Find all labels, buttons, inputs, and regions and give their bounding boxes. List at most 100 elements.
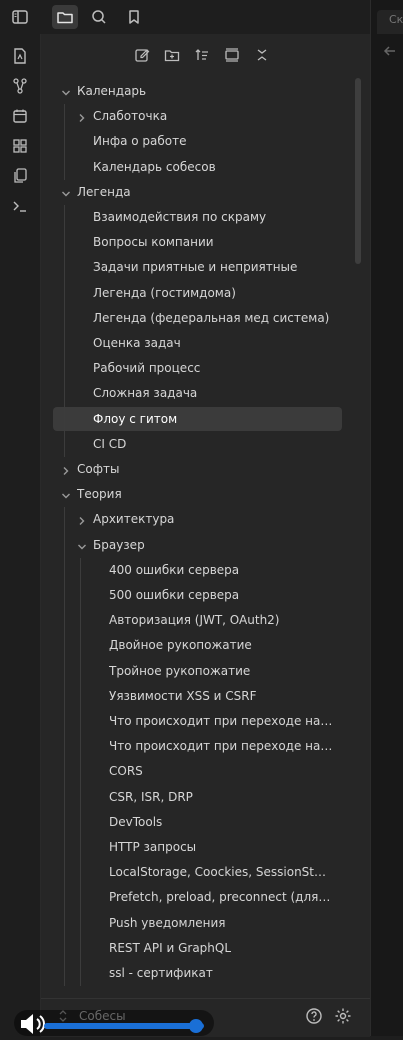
calendar-icon[interactable] xyxy=(10,106,30,126)
chevron-right-icon[interactable] xyxy=(59,462,73,476)
editor-tab-title: Ск xyxy=(389,13,403,26)
expand-all-icon[interactable] xyxy=(251,44,273,66)
tree-file[interactable]: 500 ошибки сервера xyxy=(89,583,337,607)
tree-file[interactable]: ssl - сертификат xyxy=(89,961,337,985)
graph-icon[interactable] xyxy=(10,76,30,96)
tree-item-label: CORS xyxy=(109,764,143,779)
tree-item-label: Теория xyxy=(77,487,122,502)
indent-guide xyxy=(64,507,65,987)
tree-file[interactable]: REST API и GraphQL xyxy=(89,936,337,960)
copy-icon[interactable] xyxy=(10,166,30,186)
sort-icon[interactable] xyxy=(191,44,213,66)
ribbon xyxy=(0,34,41,1036)
tree-folder[interactable]: Софты xyxy=(57,457,337,481)
tree-item-label: Легенда (гостимдома) xyxy=(93,285,236,300)
tree-file[interactable]: Легенда (гостимдома) xyxy=(73,281,337,305)
tree-item-label: Софты xyxy=(77,462,120,476)
tree-item-label: Браузер xyxy=(93,537,145,552)
tree-file[interactable]: HTTP запросы xyxy=(89,835,337,859)
tree-file[interactable]: Prefetch, preload, preconnect (для link) xyxy=(89,885,337,909)
canvas-icon[interactable] xyxy=(10,136,30,156)
tree-file[interactable]: Инфа о работе xyxy=(73,129,337,153)
tree-file[interactable]: Авторизация (JWT, OAuth2) xyxy=(89,608,337,632)
tree-file[interactable]: Рабочий процесс xyxy=(73,356,337,380)
tree-item-label: Слаботочка xyxy=(93,109,168,124)
file-explorer: Календарь Слаботочка Инфа о работе Календар… xyxy=(41,34,370,1036)
chevron-down-icon[interactable] xyxy=(75,538,89,552)
tree-item-label: Уязвимости XSS и CSRF xyxy=(109,688,257,703)
tree-file[interactable]: Оценка задач xyxy=(73,331,337,355)
tree-file[interactable]: CSR, ISR, DRP xyxy=(89,785,337,809)
tree-item-label: Легенда xyxy=(77,184,131,199)
indent-guide xyxy=(80,557,81,987)
indent-guide xyxy=(64,205,65,457)
tree-file[interactable]: Задачи приятные и неприятные xyxy=(73,255,337,279)
tree-item-label: 400 ошибки сервера xyxy=(109,562,240,577)
chevron-down-icon[interactable] xyxy=(59,185,73,199)
tree-folder[interactable]: Архитектура xyxy=(73,507,337,531)
terminal-icon[interactable] xyxy=(10,196,30,216)
volume-knob[interactable] xyxy=(189,1019,203,1033)
chevron-down-icon[interactable] xyxy=(59,487,73,501)
tree-item-label: Архитектура xyxy=(93,512,175,527)
tree-item-label: Рабочий процесс xyxy=(93,361,201,376)
tree-folder[interactable]: Легенда xyxy=(57,180,337,204)
new-note-icon[interactable] xyxy=(131,44,153,66)
scrollbar[interactable] xyxy=(355,78,361,264)
tree-file[interactable]: CI CD xyxy=(73,432,337,456)
tree-item-label: Двойное рукопожатие xyxy=(109,638,252,653)
tree-item-label: Задачи приятные и неприятные xyxy=(93,260,298,275)
tree-file[interactable]: Легенда (федеральная мед система) xyxy=(73,306,337,330)
tree-item-label: CI CD xyxy=(93,436,127,451)
tree-item-label: Легенда (федеральная мед система) xyxy=(93,310,330,325)
tree-folder[interactable]: Слаботочка xyxy=(73,104,337,128)
tree-file[interactable]: LocalStorage, Coockies, SessionStorage, … xyxy=(89,860,337,884)
tree-file[interactable]: DevTools xyxy=(89,810,337,834)
tree-file[interactable]: Что происходит при переходе на сайт ... xyxy=(89,734,337,758)
tree-file[interactable]: Уязвимости XSS и CSRF xyxy=(89,684,337,708)
search-icon[interactable] xyxy=(87,5,111,29)
settings-gear-icon[interactable] xyxy=(334,1007,352,1028)
tree-item-label: Календарь собесов xyxy=(93,159,216,174)
tree-folder[interactable]: Календарь xyxy=(57,79,337,103)
tree-item-label: REST API и GraphQL xyxy=(109,940,232,955)
tree-file[interactable]: Сложная задача xyxy=(73,381,337,405)
tree-item-label: Оценка задач xyxy=(93,336,181,350)
chevron-right-icon[interactable] xyxy=(75,512,89,526)
help-icon[interactable] xyxy=(305,1007,323,1028)
tree-item-label: Что происходит при переходе на сайт ... xyxy=(109,739,333,754)
tree-item-label: Push уведомления xyxy=(109,915,226,930)
tree-file[interactable]: Взаимодействия по скраму xyxy=(73,205,337,229)
tree-file[interactable]: Двойное рукопожатие xyxy=(89,633,337,657)
tree-file[interactable]: 400 ошибки сервера xyxy=(89,558,337,582)
new-folder-icon[interactable] xyxy=(161,44,183,66)
tree-file[interactable]: Push уведомления xyxy=(89,911,337,935)
tree-file[interactable]: Что происходит при переходе на сайт xyxy=(89,709,337,733)
top-bar xyxy=(0,0,403,34)
tree-file[interactable]: Тройное рукопожатие xyxy=(89,659,337,683)
tree-item-label: ssl - сертификат xyxy=(109,966,213,980)
chevron-down-icon[interactable] xyxy=(59,84,73,98)
back-arrow-icon[interactable] xyxy=(383,44,397,61)
bookmark-icon[interactable] xyxy=(122,5,146,29)
tree-folder[interactable]: Браузер xyxy=(73,533,337,557)
volume-slider[interactable] xyxy=(44,1023,204,1029)
sidebar-toggle-icon[interactable] xyxy=(8,5,32,29)
files-tab-folder-icon[interactable] xyxy=(52,5,78,29)
tree-file[interactable]: Вопросы компании xyxy=(73,230,337,254)
collapse-all-icon[interactable] xyxy=(221,44,243,66)
tree-file[interactable]: Флоу с гитом xyxy=(53,406,342,431)
switcher-icon[interactable] xyxy=(10,46,30,66)
tree-item-label: Prefetch, preload, preconnect (для link) xyxy=(109,890,333,905)
tree-item-label: Взаимодействия по скраму xyxy=(93,210,267,224)
tree-item-label: Вопросы компании xyxy=(93,235,214,250)
tree-item-label: Что происходит при переходе на сайт xyxy=(109,714,333,728)
tree-item-label: Авторизация (JWT, OAuth2) xyxy=(109,613,280,628)
tree-item-label: Сложная задача xyxy=(93,386,198,401)
tree-file[interactable]: CORS xyxy=(89,759,337,783)
tree-item-label: HTTP запросы xyxy=(109,840,197,854)
tree-folder[interactable]: Теория xyxy=(57,482,337,506)
tree-file[interactable]: Календарь собесов xyxy=(73,155,337,179)
editor-pane: Ск xyxy=(370,0,403,1036)
chevron-right-icon[interactable] xyxy=(75,109,89,123)
